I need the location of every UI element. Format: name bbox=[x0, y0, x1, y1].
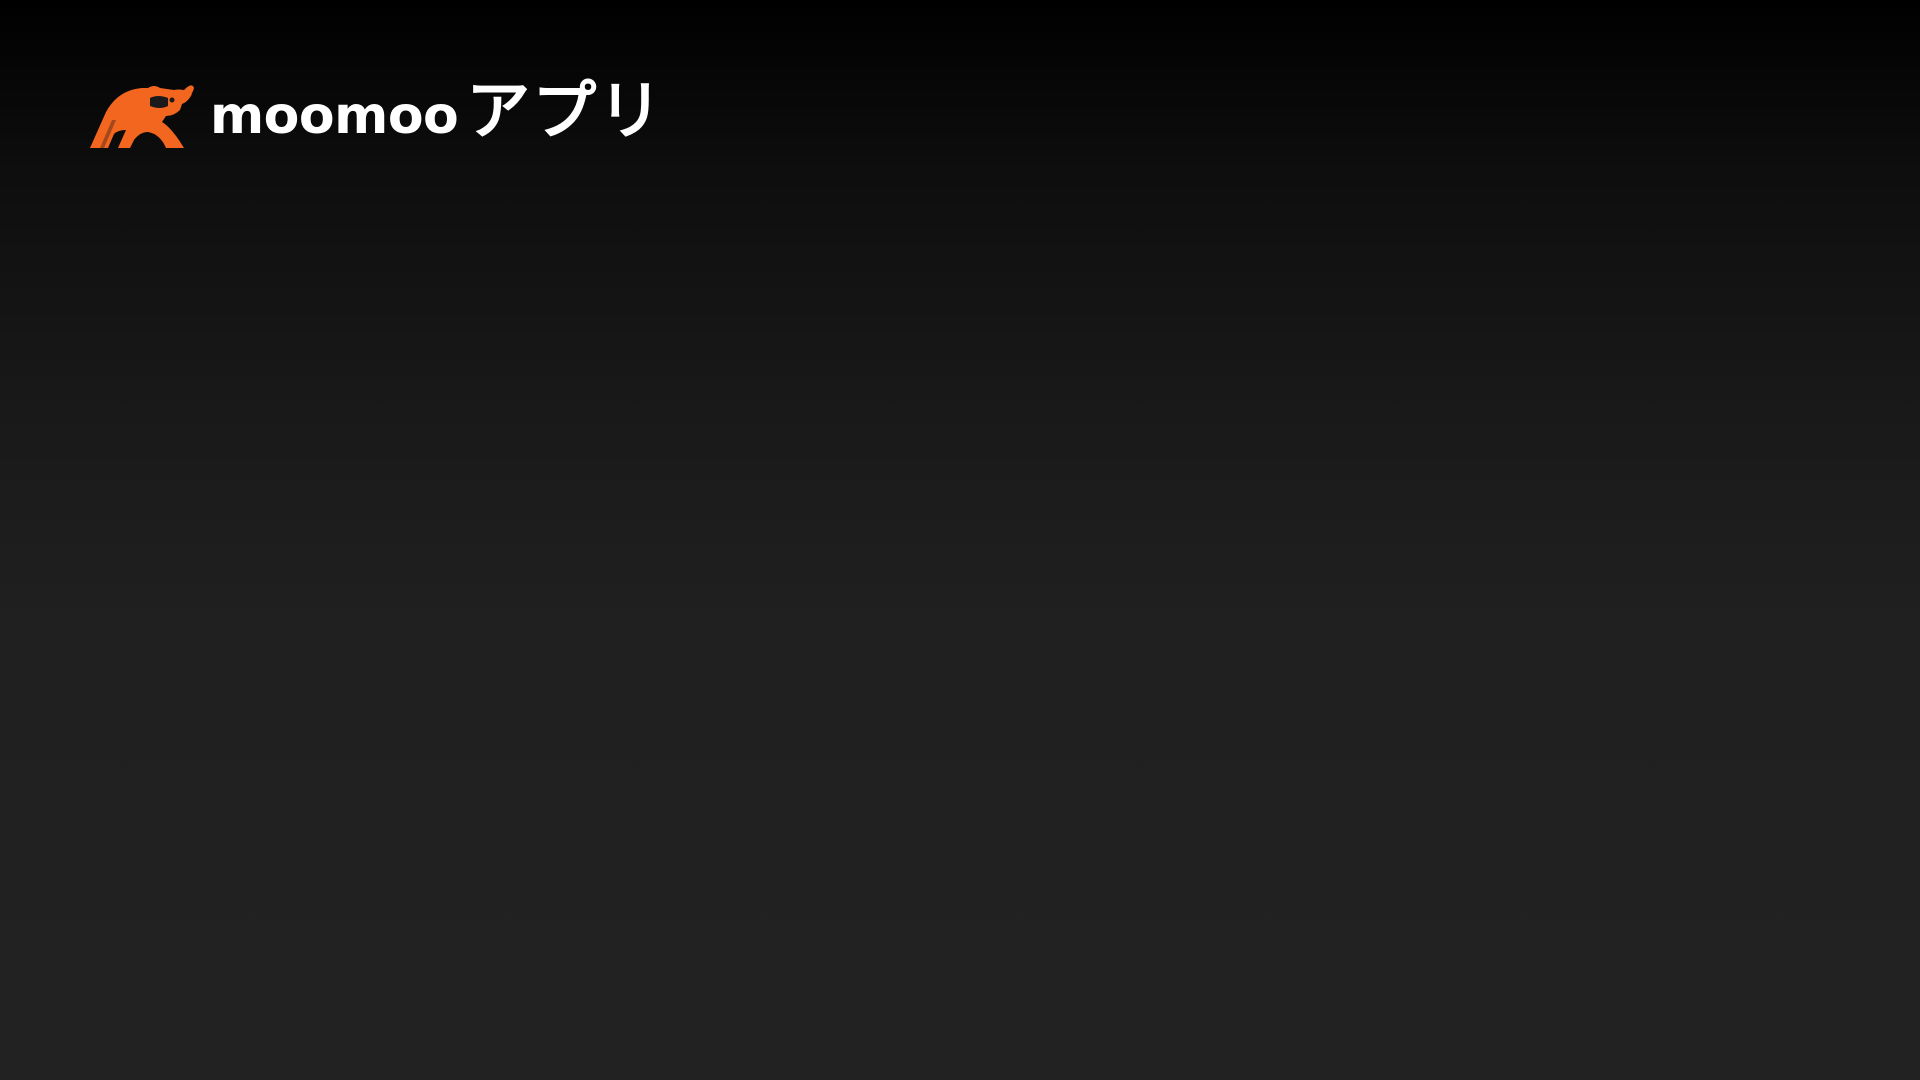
brand-name: moomoo bbox=[210, 86, 459, 146]
brand-header: moomoo アプリ bbox=[88, 72, 664, 152]
brand-app-label: アプリ bbox=[466, 75, 665, 149]
app-splash-screen: moomoo アプリ bbox=[0, 0, 1920, 1080]
brand-wordmark: moomoo アプリ bbox=[210, 80, 664, 144]
moomoo-bull-icon bbox=[90, 85, 194, 148]
